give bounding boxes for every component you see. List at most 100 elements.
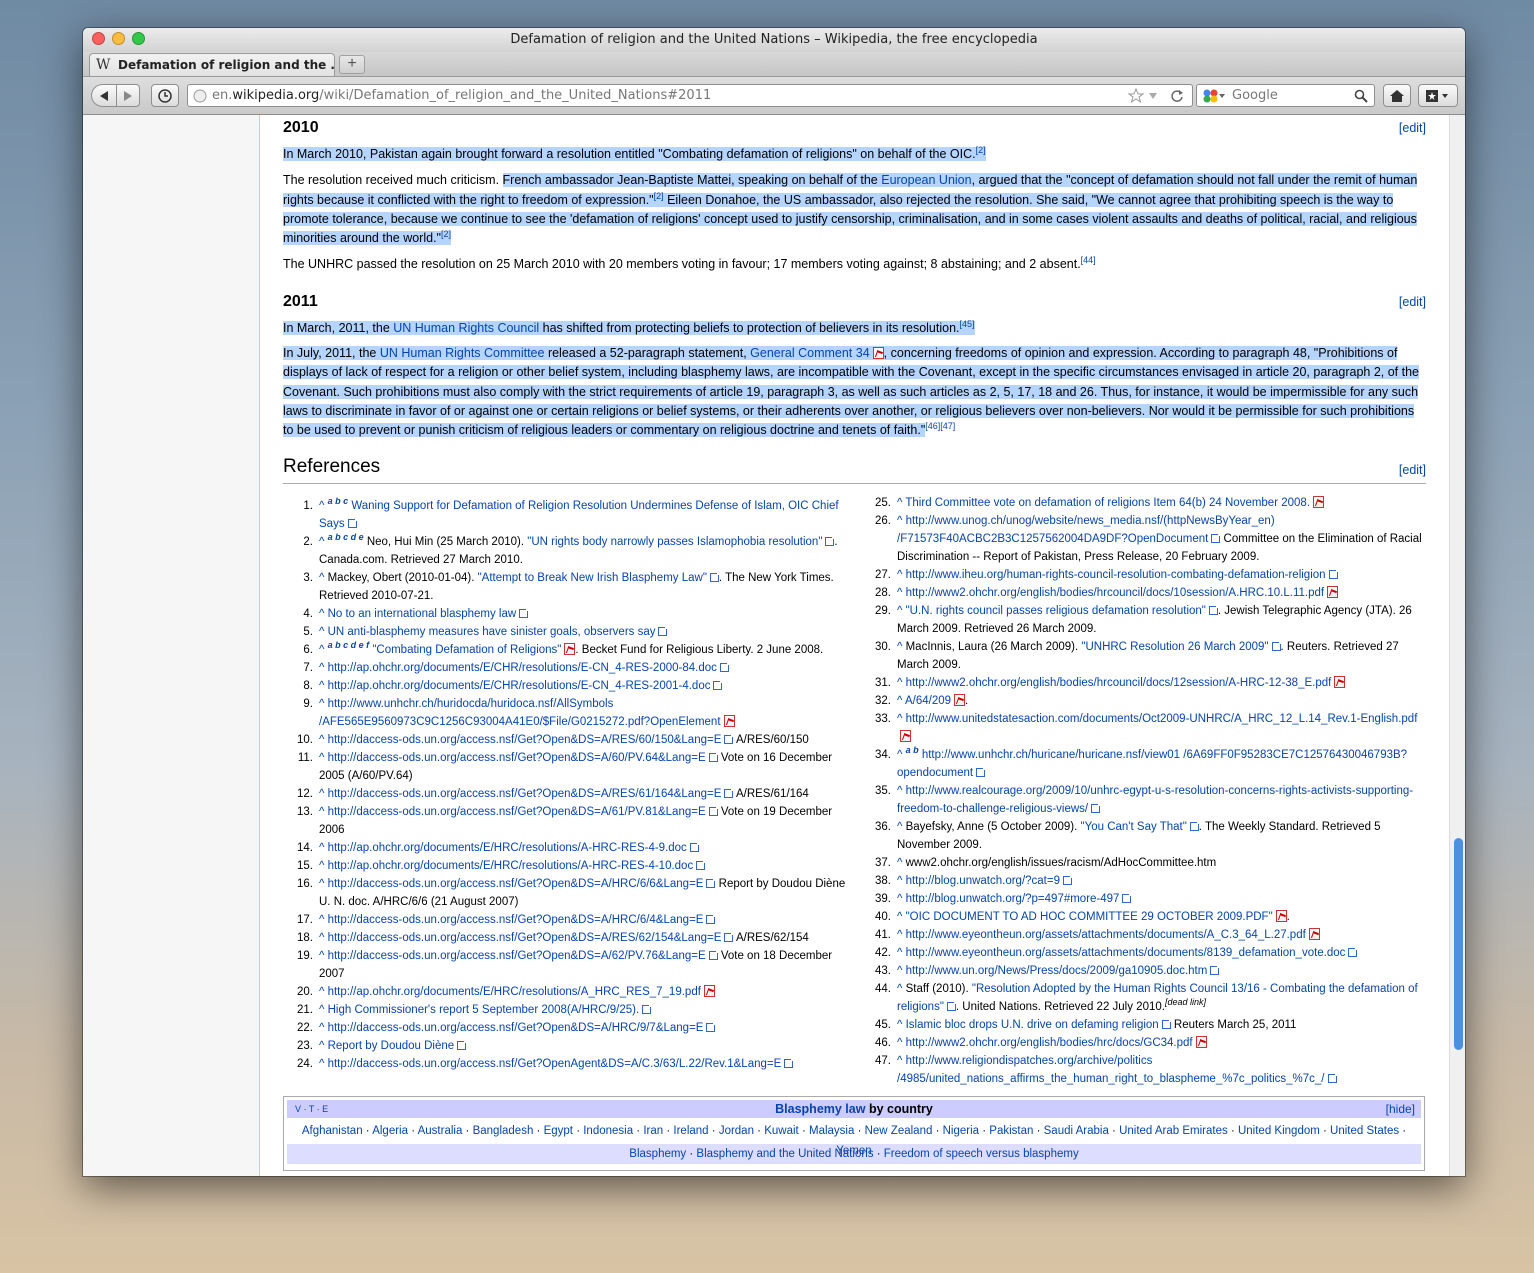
zoom-window-button[interactable]	[132, 32, 145, 45]
reference-link[interactable]: http://daccess-ods.un.org/access.nsf/Get…	[328, 752, 706, 764]
google-engine-icon[interactable]	[1202, 88, 1226, 104]
navbox-country-link[interactable]: Saudi Arabia	[1044, 1125, 1109, 1137]
navbox-country-link[interactable]: Afghanistan	[302, 1125, 363, 1137]
citation-link[interactable]: [2]	[976, 145, 986, 155]
back-link[interactable]: ^	[897, 911, 906, 923]
back-link[interactable]: ^	[319, 500, 328, 512]
search-icon[interactable]	[1354, 89, 1368, 103]
forward-button[interactable]	[116, 84, 140, 107]
navbox-country-link[interactable]: Algeria	[372, 1125, 408, 1137]
reference-link[interactable]: http://daccess-ods.un.org/access.nsf/Get…	[328, 1058, 782, 1070]
reference-link[interactable]: "UNHRC Resolution 26 March 2009"	[1081, 641, 1268, 653]
reference-link[interactable]: http://www.unitedstatesaction.com/docume…	[906, 713, 1418, 725]
navbox-country-link[interactable]: United States	[1330, 1125, 1399, 1137]
back-link[interactable]: ^	[319, 1058, 328, 1070]
reference-link[interactable]: A/64/209	[905, 695, 951, 707]
reference-link[interactable]: Waning Support for Defamation of Religio…	[319, 500, 839, 530]
reference-link[interactable]: http://daccess-ods.un.org/access.nsf/Get…	[328, 950, 706, 962]
reference-link[interactable]: http://www2.ohchr.org/english/bodies/hrc…	[906, 1037, 1193, 1049]
navbox-country-link[interactable]: Jordan	[719, 1125, 754, 1137]
navbox-country-link[interactable]: New Zealand	[865, 1125, 933, 1137]
reference-link[interactable]: http://ap.ohchr.org/documents/E/HRC/reso…	[328, 986, 701, 998]
search-bar[interactable]: Google	[1196, 84, 1375, 107]
back-link[interactable]: ^	[319, 734, 328, 746]
bookmarks-menu-button[interactable]	[1418, 84, 1458, 107]
citation-link[interactable]: [44]	[1081, 255, 1096, 265]
back-link[interactable]: ^	[319, 698, 328, 710]
back-link[interactable]: ^	[319, 860, 328, 872]
back-link[interactable]: ^	[319, 662, 328, 674]
back-link[interactable]: ^	[319, 1040, 328, 1052]
back-link[interactable]: ^	[897, 587, 906, 599]
close-window-button[interactable]	[92, 32, 105, 45]
reference-link[interactable]: High Commissioner's report 5 September 2…	[328, 1004, 640, 1016]
back-link[interactable]: ^	[897, 713, 906, 725]
back-link[interactable]: ^	[319, 1022, 328, 1034]
bookmark-star-icon[interactable]	[1128, 88, 1144, 104]
edit-link-2011[interactable]: [edit]	[1399, 295, 1426, 309]
un-human-rights-council-link[interactable]: UN Human Rights Council	[393, 321, 539, 335]
reference-link[interactable]: UN anti-blasphemy measures have sinister…	[328, 626, 656, 638]
reference-link[interactable]: http://ap.ohchr.org/documents/E/HRC/reso…	[328, 842, 687, 854]
back-link[interactable]: ^	[319, 608, 328, 620]
reload-icon[interactable]	[1170, 89, 1184, 103]
reference-link[interactable]: http://ap.ohchr.org/documents/E/CHR/reso…	[328, 662, 717, 674]
back-link[interactable]: ^	[897, 1037, 906, 1049]
back-link[interactable]: ^	[319, 680, 328, 692]
reference-link[interactable]: http://daccess-ods.un.org/access.nsf/Get…	[328, 806, 706, 818]
back-link[interactable]: ^	[897, 983, 906, 995]
citation-link[interactable]: [45]	[960, 319, 975, 329]
reference-link[interactable]: http://daccess-ods.un.org/access.nsf/Get…	[328, 878, 704, 890]
back-link[interactable]: ^	[319, 878, 328, 890]
new-tab-button[interactable]: +	[339, 55, 365, 74]
reference-link[interactable]: http://daccess-ods.un.org/access.nsf/Get…	[328, 734, 722, 746]
european-union-link[interactable]: European Union	[881, 173, 971, 187]
navbox-footer-link[interactable]: Blasphemy	[629, 1148, 686, 1160]
reference-link[interactable]: http://www.realcourage.org/2009/10/unhrc…	[897, 785, 1413, 815]
back-link[interactable]: ^	[897, 929, 906, 941]
back-button[interactable]	[91, 84, 117, 107]
scrollbar-thumb[interactable]	[1454, 838, 1463, 1050]
backref-letters[interactable]: a b	[906, 745, 919, 755]
reference-link[interactable]: http://daccess-ods.un.org/access.nsf/Get…	[328, 932, 722, 944]
navbox-country-link[interactable]: United Arab Emirates	[1119, 1125, 1228, 1137]
back-link[interactable]: ^	[897, 893, 906, 905]
back-link[interactable]: ^	[897, 641, 906, 653]
back-link[interactable]: ^	[319, 842, 328, 854]
reference-link[interactable]: http://www.unhchr.ch/huridocda/huridoca.…	[319, 698, 721, 728]
back-link[interactable]: ^	[319, 950, 328, 962]
back-link[interactable]: ^	[319, 788, 328, 800]
general-comment-34-link[interactable]: General Comment 34	[750, 346, 870, 360]
backref-letters[interactable]: a b c d e	[328, 532, 364, 542]
back-link[interactable]: ^	[319, 572, 328, 584]
edit-link-2010[interactable]: [edit]	[1399, 121, 1426, 135]
back-link[interactable]: ^	[897, 857, 906, 869]
reference-link[interactable]: http://blog.unwatch.org/?p=497#more-497	[906, 893, 1120, 905]
reference-link[interactable]: Third Committee vote on defamation of re…	[905, 497, 1310, 509]
reference-link[interactable]: http://www.eyeontheun.org/assets/attachm…	[906, 947, 1346, 959]
navbox-hide-link[interactable]: [hide]	[1386, 1100, 1415, 1118]
back-link[interactable]: ^	[319, 932, 328, 944]
reference-link[interactable]: No to an international blasphemy law	[328, 608, 517, 620]
navbox-vte-links[interactable]: V · T · E	[295, 1100, 328, 1118]
back-link[interactable]: ^	[897, 569, 906, 581]
navbox-footer-link[interactable]: Freedom of speech versus blasphemy	[884, 1148, 1079, 1160]
reference-link[interactable]: Islamic bloc drops U.N. drive on defamin…	[906, 1019, 1159, 1031]
back-link[interactable]: ^	[319, 986, 328, 998]
reference-link[interactable]: http://www.iheu.org/human-rights-council…	[906, 569, 1326, 581]
reference-link[interactable]: http://www.unhchr.ch/huricane/huricane.n…	[897, 749, 1407, 779]
back-link[interactable]: ^	[897, 605, 906, 617]
reference-link[interactable]: http://daccess-ods.un.org/access.nsf/Get…	[328, 1022, 704, 1034]
reference-link[interactable]: http://www.eyeontheun.org/assets/attachm…	[906, 929, 1306, 941]
vertical-scrollbar[interactable]	[1449, 115, 1465, 1176]
back-link[interactable]: ^	[897, 749, 906, 761]
navbox-country-link[interactable]: Australia	[418, 1125, 463, 1137]
reference-link[interactable]: "Combating Defamation of Religions"	[372, 644, 561, 656]
history-button[interactable]	[151, 84, 179, 107]
back-link[interactable]: ^	[319, 626, 328, 638]
back-link[interactable]: ^	[897, 785, 906, 797]
back-link[interactable]: ^	[897, 1055, 906, 1067]
navbox-country-link[interactable]: Bangladesh	[473, 1125, 534, 1137]
back-link[interactable]: ^	[319, 752, 328, 764]
reference-link[interactable]: http://ap.ohchr.org/documents/E/CHR/reso…	[328, 680, 711, 692]
